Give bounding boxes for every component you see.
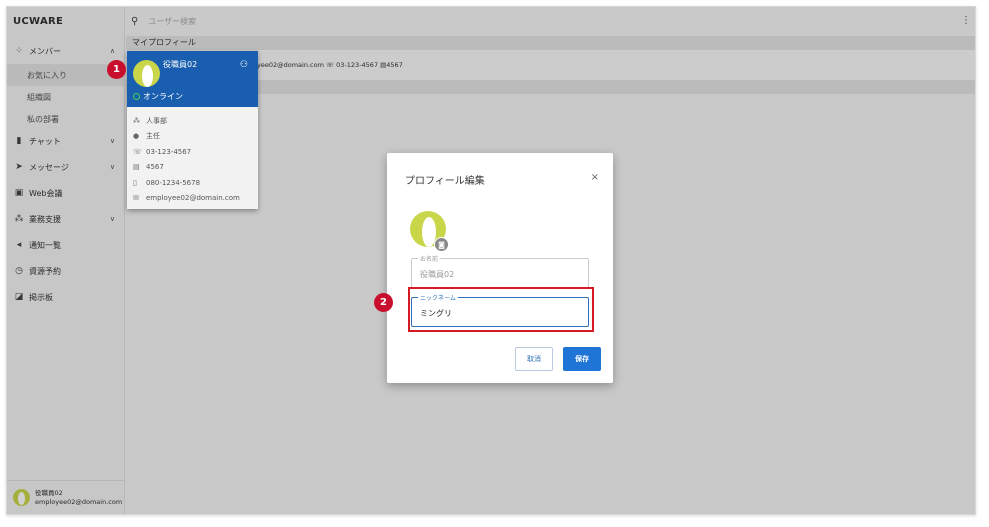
- save-button[interactable]: 保存: [563, 347, 601, 371]
- nickname-field-label: ニックネーム: [418, 293, 458, 302]
- extension-icon: ▤: [133, 163, 140, 172]
- nickname-field-value[interactable]: ミングリ: [420, 308, 452, 319]
- app-window: UCWARE ⁘ メンバー ∧ お気に入り 組織図 私の部署 ▮ チャット ∨ …: [6, 6, 976, 515]
- phone-text: 03-123-4567: [146, 147, 192, 156]
- email-text: employee02@domain.com: [146, 194, 240, 203]
- status-text: オンライン: [143, 92, 183, 101]
- extension-text: 4567: [146, 163, 164, 172]
- profile-popup: 役職員02 ⚇ オンライン ⁂ 人事部 ● 主任 ☏ 03-123-4567 ▤ 456…: [127, 51, 258, 209]
- mobile-text: 080-1234-5678: [146, 178, 201, 187]
- popup-email: ✉ employee02@domain.com: [127, 191, 258, 207]
- name-field-label: お名前: [418, 254, 441, 263]
- close-icon[interactable]: ×: [591, 172, 599, 183]
- cancel-button[interactable]: 取消: [515, 347, 553, 371]
- popup-extension: ▤ 4567: [127, 160, 258, 176]
- department-text: 人事部: [146, 116, 167, 125]
- mail-icon: ✉: [133, 194, 139, 203]
- popup-mobile: ▯ 080-1234-5678: [127, 175, 258, 191]
- online-dot-icon: [133, 93, 140, 100]
- popup-name: 役職員02: [163, 60, 198, 69]
- dialog-title: プロフィール編集: [405, 176, 485, 187]
- person-icon: ●: [133, 132, 140, 141]
- popup-department: ⁂ 人事部: [127, 113, 258, 129]
- profile-edit-dialog: プロフィール編集 × ◙ お名前 役職員02 ニックネーム ミングリ 取消 保存: [387, 153, 613, 383]
- edit-profile-icon[interactable]: ⚇: [240, 60, 248, 70]
- mobile-icon: ▯: [133, 178, 137, 187]
- position-text: 主任: [146, 132, 160, 141]
- org-icon: ⁂: [133, 116, 140, 125]
- nickname-field[interactable]: ニックネーム ミングリ: [411, 293, 589, 327]
- step-marker-2: 2: [374, 293, 393, 312]
- step-marker-1: 1: [107, 60, 126, 79]
- name-field: お名前 役職員02: [411, 254, 589, 288]
- name-field-value: 役職員02: [420, 270, 455, 279]
- phone-icon: ☏: [133, 147, 142, 156]
- popup-phone: ☏ 03-123-4567: [127, 144, 258, 160]
- popup-avatar: [133, 60, 160, 87]
- camera-icon[interactable]: ◙: [434, 237, 449, 252]
- popup-position: ● 主任: [127, 129, 258, 145]
- status-badge: オンライン: [133, 91, 183, 102]
